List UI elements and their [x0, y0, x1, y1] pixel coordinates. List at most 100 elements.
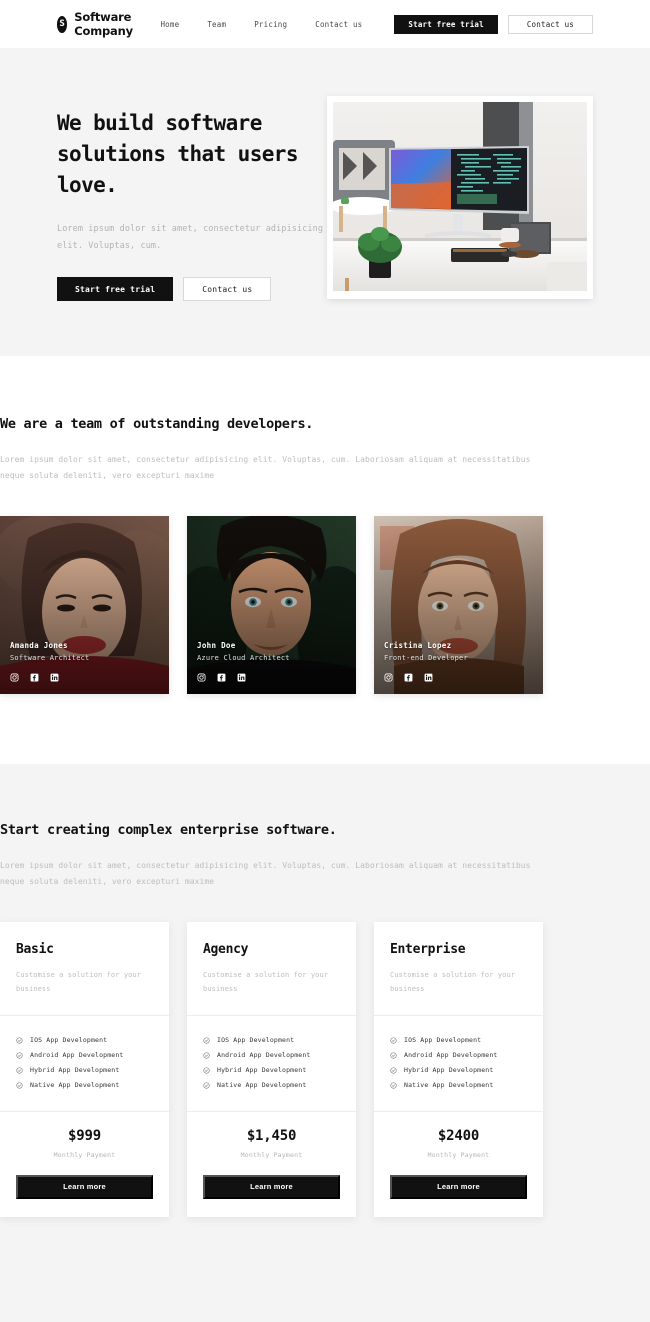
hero-media — [327, 96, 593, 301]
feature-item: Hybrid App Development — [390, 1063, 527, 1078]
pricing-heading: Start creating complex enterprise softwa… — [0, 822, 337, 839]
feature-item: Android App Development — [16, 1048, 153, 1063]
feature-item: Hybrid App Development — [203, 1063, 340, 1078]
site-header: S Software Company Home Team Pricing Con… — [0, 0, 650, 48]
instagram-icon[interactable] — [10, 673, 19, 682]
member-socials — [10, 673, 159, 682]
hero-image-frame — [327, 96, 593, 299]
plan-learn-more-button[interactable]: Learn more — [203, 1174, 340, 1199]
nav-link-pricing[interactable]: Pricing — [240, 20, 301, 29]
check-circle-icon — [203, 1066, 210, 1074]
check-circle-icon — [16, 1081, 23, 1089]
plan-description: Customise a solution for your business — [203, 971, 329, 993]
team-description: Lorem ipsum dolor sit amet, consectetur … — [0, 455, 531, 481]
plan-learn-more-button[interactable]: Learn more — [390, 1174, 527, 1199]
hero-contact-us-button[interactable]: Contact us — [183, 277, 272, 302]
team-card[interactable]: Amanda Jones Software Architect — [0, 516, 169, 695]
instagram-icon[interactable] — [197, 673, 206, 682]
facebook-icon[interactable] — [404, 673, 413, 682]
plan-learn-more-button[interactable]: Learn more — [16, 1174, 153, 1199]
member-info: Cristina Lopez Front-end Developer — [374, 641, 543, 694]
section-bottom-spacer — [0, 1217, 650, 1262]
pricing-card: Agency Customise a solution for your bus… — [187, 922, 356, 1217]
member-name: Amanda Jones — [10, 641, 68, 651]
check-circle-icon — [16, 1036, 23, 1044]
facebook-icon[interactable] — [217, 673, 226, 682]
pricing-card: Basic Customise a solution for your busi… — [0, 922, 169, 1217]
plan-price: $999 — [68, 1127, 101, 1144]
pricing-card-footer: $999 Monthly Payment Learn more — [0, 1112, 169, 1217]
plan-price: $2400 — [437, 1127, 480, 1144]
plan-period: Monthly Payment — [427, 1150, 490, 1159]
member-info: Amanda Jones Software Architect — [0, 641, 169, 694]
check-circle-icon — [16, 1051, 23, 1059]
check-circle-icon — [390, 1036, 397, 1044]
header-contact-us-button[interactable]: Contact us — [507, 14, 593, 34]
team-card[interactable]: Cristina Lopez Front-end Developer — [374, 516, 543, 695]
check-circle-icon — [16, 1066, 23, 1074]
plan-title: Basic — [16, 942, 54, 958]
member-socials — [384, 673, 533, 682]
check-circle-icon — [390, 1051, 397, 1059]
nav-link-team[interactable]: Team — [193, 20, 240, 29]
feature-label: Android App Development — [30, 1051, 124, 1060]
feature-item: Native App Development — [203, 1078, 340, 1093]
landing-page: S Software Company Home Team Pricing Con… — [0, 0, 650, 1322]
nav-link-home[interactable]: Home — [146, 20, 193, 29]
linkedin-icon[interactable] — [50, 673, 59, 682]
pricing-description: Lorem ipsum dolor sit amet, consectetur … — [0, 861, 531, 887]
plan-price: $1,450 — [246, 1127, 297, 1144]
feature-label: Native App Development — [30, 1081, 120, 1090]
feature-item: Native App Development — [390, 1078, 527, 1093]
check-circle-icon — [203, 1036, 210, 1044]
instagram-icon[interactable] — [384, 673, 393, 682]
plan-title: Agency — [203, 942, 249, 958]
pricing-card: Enterprise Customise a solution for your… — [374, 922, 543, 1217]
pricing-card-footer: $2400 Monthly Payment Learn more — [374, 1112, 543, 1217]
team-grid: Amanda Jones Software Architect John Doe… — [0, 516, 650, 695]
check-circle-icon — [203, 1081, 210, 1089]
brand-name: Software Company — [74, 10, 133, 38]
plan-features: IOS App Development Android App Developm… — [374, 1016, 543, 1111]
feature-label: Android App Development — [217, 1051, 311, 1060]
main-nav: Home Team Pricing Contact us Start free … — [146, 14, 593, 34]
plan-description: Customise a solution for your business — [16, 971, 142, 993]
pricing-card-header: Agency Customise a solution for your bus… — [187, 922, 356, 1014]
member-role: Software Architect — [10, 654, 90, 663]
feature-item: Android App Development — [390, 1048, 527, 1063]
feature-item: Hybrid App Development — [16, 1063, 153, 1078]
hero-start-free-trial-button[interactable]: Start free trial — [57, 277, 174, 302]
plan-features: IOS App Development Android App Developm… — [187, 1016, 356, 1111]
facebook-icon[interactable] — [30, 673, 39, 682]
feature-label: Native App Development — [404, 1081, 494, 1090]
plan-description: Customise a solution for your business — [390, 971, 516, 993]
team-heading: We are a team of outstanding developers. — [0, 416, 314, 433]
check-circle-icon — [390, 1066, 397, 1074]
member-info: John Doe Azure Cloud Architect — [187, 641, 356, 694]
desk-workspace-photo — [333, 102, 587, 291]
nav-link-contact-us[interactable]: Contact us — [301, 20, 376, 29]
team-section: We are a team of outstanding developers.… — [0, 356, 650, 765]
feature-item: Native App Development — [16, 1078, 153, 1093]
member-role: Azure Cloud Architect — [197, 654, 290, 663]
brand-logo[interactable]: S Software Company — [57, 10, 146, 38]
header-start-free-trial-button[interactable]: Start free trial — [394, 14, 498, 34]
member-name: John Doe — [197, 641, 236, 651]
hero-section: We build software solutions that users l… — [0, 48, 650, 357]
feature-label: Hybrid App Development — [30, 1066, 120, 1075]
linkedin-icon[interactable] — [237, 673, 246, 682]
pricing-card-header: Basic Customise a solution for your busi… — [0, 922, 169, 1014]
plan-period: Monthly Payment — [53, 1150, 116, 1159]
member-role: Front-end Developer — [384, 654, 468, 663]
feature-item: IOS App Development — [203, 1033, 340, 1048]
check-circle-icon — [390, 1081, 397, 1089]
feature-label: Android App Development — [404, 1051, 498, 1060]
team-card[interactable]: John Doe Azure Cloud Architect — [187, 516, 356, 695]
feature-label: Hybrid App Development — [217, 1066, 307, 1075]
plan-title: Enterprise — [390, 942, 466, 958]
linkedin-icon[interactable] — [424, 673, 433, 682]
member-name: Cristina Lopez — [384, 641, 452, 651]
feature-item: IOS App Development — [390, 1033, 527, 1048]
member-socials — [197, 673, 346, 682]
plan-features: IOS App Development Android App Developm… — [0, 1016, 169, 1111]
